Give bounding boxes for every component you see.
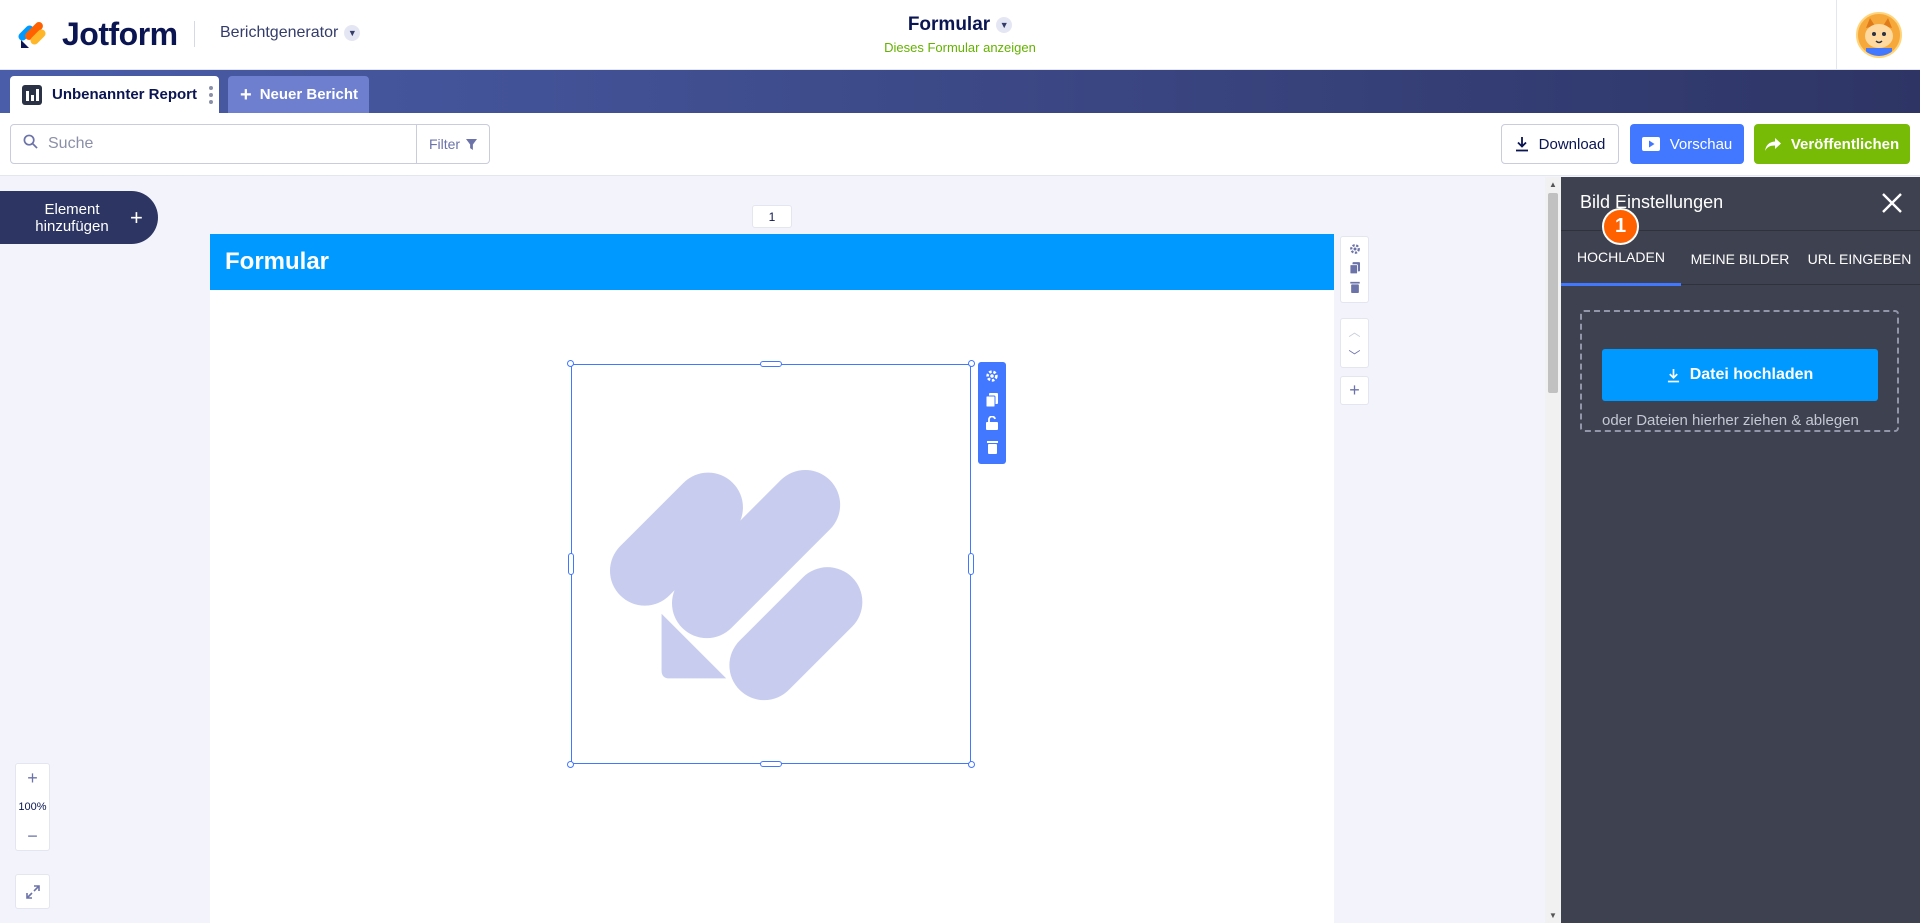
download-icon <box>1667 368 1680 383</box>
download-label: Download <box>1538 135 1606 153</box>
more-options-icon[interactable] <box>209 86 213 104</box>
zoom-control: + 100% − <box>15 763 50 851</box>
image-placeholder-icon <box>609 469 863 701</box>
report-canvas: Element hinzufügen + 1 Formular ︿ ﹀ + + … <box>0 177 1561 923</box>
filter-button[interactable]: Filter <box>417 124 490 164</box>
page-move-toolbar: ︿ ﹀ <box>1340 318 1369 368</box>
image-toolbar <box>978 362 1006 464</box>
resize-handle-br[interactable] <box>968 761 975 768</box>
preview-label: Vorschau <box>1669 135 1733 153</box>
copy-icon[interactable] <box>985 392 998 410</box>
plus-icon: + <box>130 204 143 230</box>
page-number: 1 <box>752 205 792 228</box>
resize-handle-tr[interactable] <box>968 360 975 367</box>
tab-enter-url[interactable]: URL EINGEBEN <box>1799 231 1920 286</box>
zoom-level: 100% <box>18 801 47 813</box>
page-toolbar <box>1340 236 1369 303</box>
scrollbar-thumb[interactable] <box>1548 193 1558 393</box>
avatar[interactable] <box>1855 12 1902 58</box>
unlock-icon[interactable] <box>986 415 998 433</box>
upload-file-label: Datei hochladen <box>1689 366 1814 383</box>
tab-my-images[interactable]: MEINE BILDER <box>1681 231 1799 286</box>
scroll-up-arrow[interactable]: ▲ <box>1549 180 1557 189</box>
top-bar: Jotform Berichtgenerator ▼ Formular ▼ Di… <box>0 0 1920 70</box>
step-badge: 1 <box>1602 208 1639 245</box>
publish-label: Veröffentlichen <box>1790 135 1900 153</box>
add-page-button[interactable]: + <box>1340 376 1369 405</box>
chevron-down-icon: ▼ <box>996 17 1013 33</box>
add-element-button[interactable]: Element hinzufügen + <box>0 191 158 244</box>
canvas-scrollbar[interactable]: ▲ ▼ <box>1545 177 1561 923</box>
add-element-label: Element hinzufügen <box>35 200 109 235</box>
view-form-link[interactable]: Dieses Formular anzeigen <box>0 40 1920 55</box>
toolbar: Filter Download Vorschau Veröffentlichen <box>0 113 1920 176</box>
play-icon <box>1641 137 1660 151</box>
panel-title: Bild Einstellungen <box>1580 192 1724 212</box>
expand-icon <box>25 884 40 899</box>
copy-icon[interactable] <box>1349 262 1360 277</box>
form-title-dropdown[interactable]: Formular ▼ <box>907 14 1013 36</box>
form-title: Formular <box>907 14 991 35</box>
chevron-up-icon[interactable]: ︿ <box>1348 323 1360 340</box>
upload-file-button[interactable]: Datei hochladen <box>1602 349 1878 401</box>
zoom-out-button[interactable]: − <box>27 826 38 846</box>
filter-label: Filter <box>428 136 461 152</box>
resize-handle-top[interactable] <box>760 361 782 367</box>
gear-icon[interactable] <box>1349 243 1361 258</box>
trash-icon[interactable] <box>1349 281 1360 296</box>
resize-handle-bottom[interactable] <box>760 761 782 767</box>
close-icon[interactable] <box>1880 191 1904 215</box>
plus-icon: + <box>240 83 252 106</box>
fullscreen-button[interactable] <box>15 874 50 909</box>
publish-button[interactable]: Veröffentlichen <box>1754 124 1910 164</box>
resize-handle-right[interactable] <box>968 553 974 575</box>
download-button[interactable]: Download <box>1501 124 1619 164</box>
chevron-down-icon[interactable]: ﹀ <box>1348 347 1360 364</box>
drop-hint: oder Dateien hierher ziehen & ablegen <box>1602 412 1859 429</box>
resize-handle-tl[interactable] <box>567 360 574 367</box>
report-page[interactable]: Formular <box>210 234 1334 923</box>
download-icon <box>1515 136 1529 152</box>
scroll-down-arrow[interactable]: ▼ <box>1549 911 1557 920</box>
share-arrow-icon <box>1764 137 1781 151</box>
upload-dropzone[interactable]: Datei hochladen oder Dateien hierher zie… <box>1580 310 1899 432</box>
report-tab-bar: Unbenannter Report + Neuer Bericht <box>0 70 1920 113</box>
new-report-label: Neuer Bericht <box>259 86 359 103</box>
plus-icon: + <box>1349 380 1360 400</box>
filter-icon <box>466 138 478 150</box>
search-input[interactable] <box>48 135 388 153</box>
account-area <box>1836 0 1920 70</box>
search-box <box>10 124 417 164</box>
new-report-button[interactable]: + Neuer Bericht <box>228 76 369 113</box>
image-settings-panel: Bild Einstellungen HOCHLADEN MEINE BILDE… <box>1561 177 1920 923</box>
resize-handle-left[interactable] <box>568 553 574 575</box>
trash-icon[interactable] <box>986 440 998 457</box>
chevron-down-icon: ▼ <box>344 25 361 41</box>
image-element[interactable] <box>567 360 975 768</box>
report-chart-icon <box>22 84 42 105</box>
tab-report-label: Unbenannter Report <box>52 86 198 103</box>
resize-handle-bl[interactable] <box>567 761 574 768</box>
page-header[interactable]: Formular <box>210 234 1334 290</box>
preview-button[interactable]: Vorschau <box>1630 124 1744 164</box>
zoom-in-button[interactable]: + <box>27 768 38 788</box>
gear-icon[interactable] <box>985 369 999 386</box>
search-icon <box>23 134 38 154</box>
tab-report[interactable]: Unbenannter Report <box>10 76 219 113</box>
